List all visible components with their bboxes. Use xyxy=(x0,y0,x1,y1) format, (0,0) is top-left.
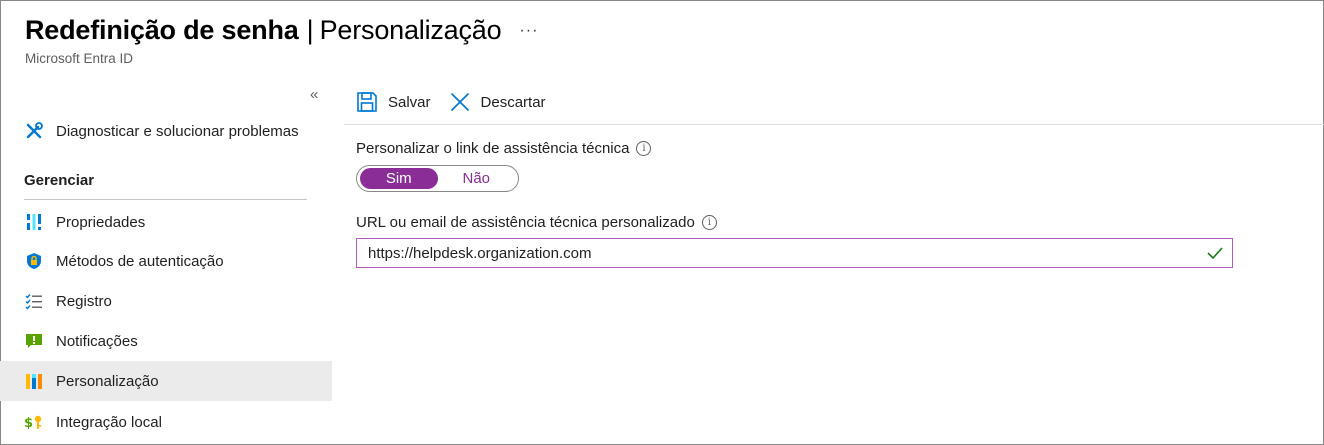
sidebar-item-properties[interactable]: Propriedades xyxy=(0,202,332,242)
helpdesk-url-field[interactable] xyxy=(356,238,1233,268)
save-icon xyxy=(357,92,377,112)
sidebar-item-label: Personalização xyxy=(56,372,159,390)
helpdesk-link-label: Personalizar o link de assistência técni… xyxy=(356,140,652,157)
sidebar-item-auth-methods[interactable]: Métodos de autenticação xyxy=(0,241,332,281)
url-label: URL ou email de assistência técnica pers… xyxy=(356,214,717,231)
collapse-sidebar-button[interactable]: « xyxy=(310,86,318,103)
url-label-text: URL ou email de assistência técnica pers… xyxy=(356,214,695,231)
toolbar-divider xyxy=(344,124,1324,125)
check-icon xyxy=(1207,246,1223,265)
sidebar-item-label: Integração local xyxy=(56,413,162,431)
on-premises-key-icon: $ xyxy=(24,412,44,432)
title-separator: | xyxy=(306,14,314,45)
save-label: Salvar xyxy=(388,93,431,111)
customization-icon xyxy=(24,371,44,391)
section-title-manage: Gerenciar xyxy=(24,172,95,189)
toggle-option-no[interactable]: Não xyxy=(438,168,516,189)
section-divider xyxy=(24,199,307,200)
discard-label: Descartar xyxy=(480,93,546,111)
sidebar-item-label: Registro xyxy=(56,292,112,310)
helpdesk-link-label-text: Personalizar o link de assistência técni… xyxy=(356,140,630,157)
command-bar: Salvar Descartar xyxy=(356,84,564,120)
notification-icon xyxy=(24,331,44,351)
info-icon[interactable]: i xyxy=(701,215,717,230)
sidebar-item-diagnose[interactable]: Diagnosticar e solucionar problemas xyxy=(0,111,332,151)
helpdesk-link-toggle[interactable]: Sim Não xyxy=(356,165,519,192)
save-button[interactable]: Salvar xyxy=(356,91,431,113)
toggle-option-yes[interactable]: Sim xyxy=(360,168,438,189)
sidebar-item-label: Propriedades xyxy=(56,213,146,231)
service-name: Microsoft Entra ID xyxy=(25,51,134,66)
sidebar-item-label: Métodos de autenticação xyxy=(56,252,224,270)
shield-lock-icon xyxy=(24,251,44,271)
sidebar-item-customization[interactable]: Personalização xyxy=(0,361,332,401)
sidebar-item-label: Diagnosticar e solucionar problemas xyxy=(56,122,299,140)
discard-button[interactable]: Descartar xyxy=(449,91,546,113)
close-icon xyxy=(450,93,469,111)
info-icon[interactable]: i xyxy=(636,141,652,156)
title-row: Redefinição de senha | Personalização ··… xyxy=(25,12,538,48)
page-header: Redefinição de senha | Personalização ··… xyxy=(25,12,538,67)
sidebar-item-on-premises[interactable]: $ Integração local xyxy=(0,402,332,442)
wrench-cross-icon xyxy=(24,121,44,141)
sidebar-item-notifications[interactable]: Notificações xyxy=(0,321,332,361)
properties-bars-icon xyxy=(24,212,44,232)
checklist-icon xyxy=(24,291,44,311)
sidebar-item-registration[interactable]: Registro xyxy=(0,281,332,321)
more-options-button[interactable]: ··· xyxy=(519,22,538,40)
svg-text:$: $ xyxy=(24,416,33,431)
page-title: Redefinição de senha xyxy=(25,14,299,45)
helpdesk-url-input[interactable] xyxy=(368,244,1188,262)
page-subtitle-section: Personalização xyxy=(319,14,502,45)
sidebar-item-label: Notificações xyxy=(56,332,138,350)
